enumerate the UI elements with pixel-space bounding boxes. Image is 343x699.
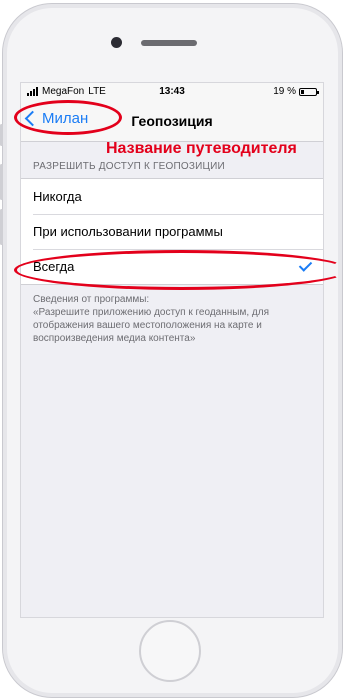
home-button[interactable] [139,620,201,682]
footer-text: «Разрешите приложению доступ к геоданным… [33,307,269,344]
option-while-using[interactable]: При использовании программы [21,214,323,249]
screen: MegaFon LTE 13:43 19 % Милан Геопозиция … [20,82,324,618]
volume-up-button [0,164,3,200]
annotation-label: Название путеводителя [106,140,297,157]
option-never[interactable]: Никогда [21,179,323,214]
front-camera [111,37,122,48]
annotation-circle-back [14,100,122,135]
footer-title: Сведения от программы: [33,294,150,305]
option-label: Никогда [33,189,82,204]
section-header: РАЗРЕШИТЬ ДОСТУП К ГЕОПОЗИЦИИ [33,161,225,172]
option-label: При использовании программы [33,224,223,239]
mute-switch [0,124,3,146]
battery-icon [299,87,319,96]
volume-down-button [0,209,3,245]
battery-info: 19 % [273,86,319,97]
earpiece-speaker [141,40,197,46]
annotation-circle-always [14,250,343,290]
status-bar: MegaFon LTE 13:43 19 % [21,83,323,101]
battery-percent: 19 % [273,86,296,97]
section-footer: Сведения от программы: «Разрешите прилож… [33,293,315,345]
